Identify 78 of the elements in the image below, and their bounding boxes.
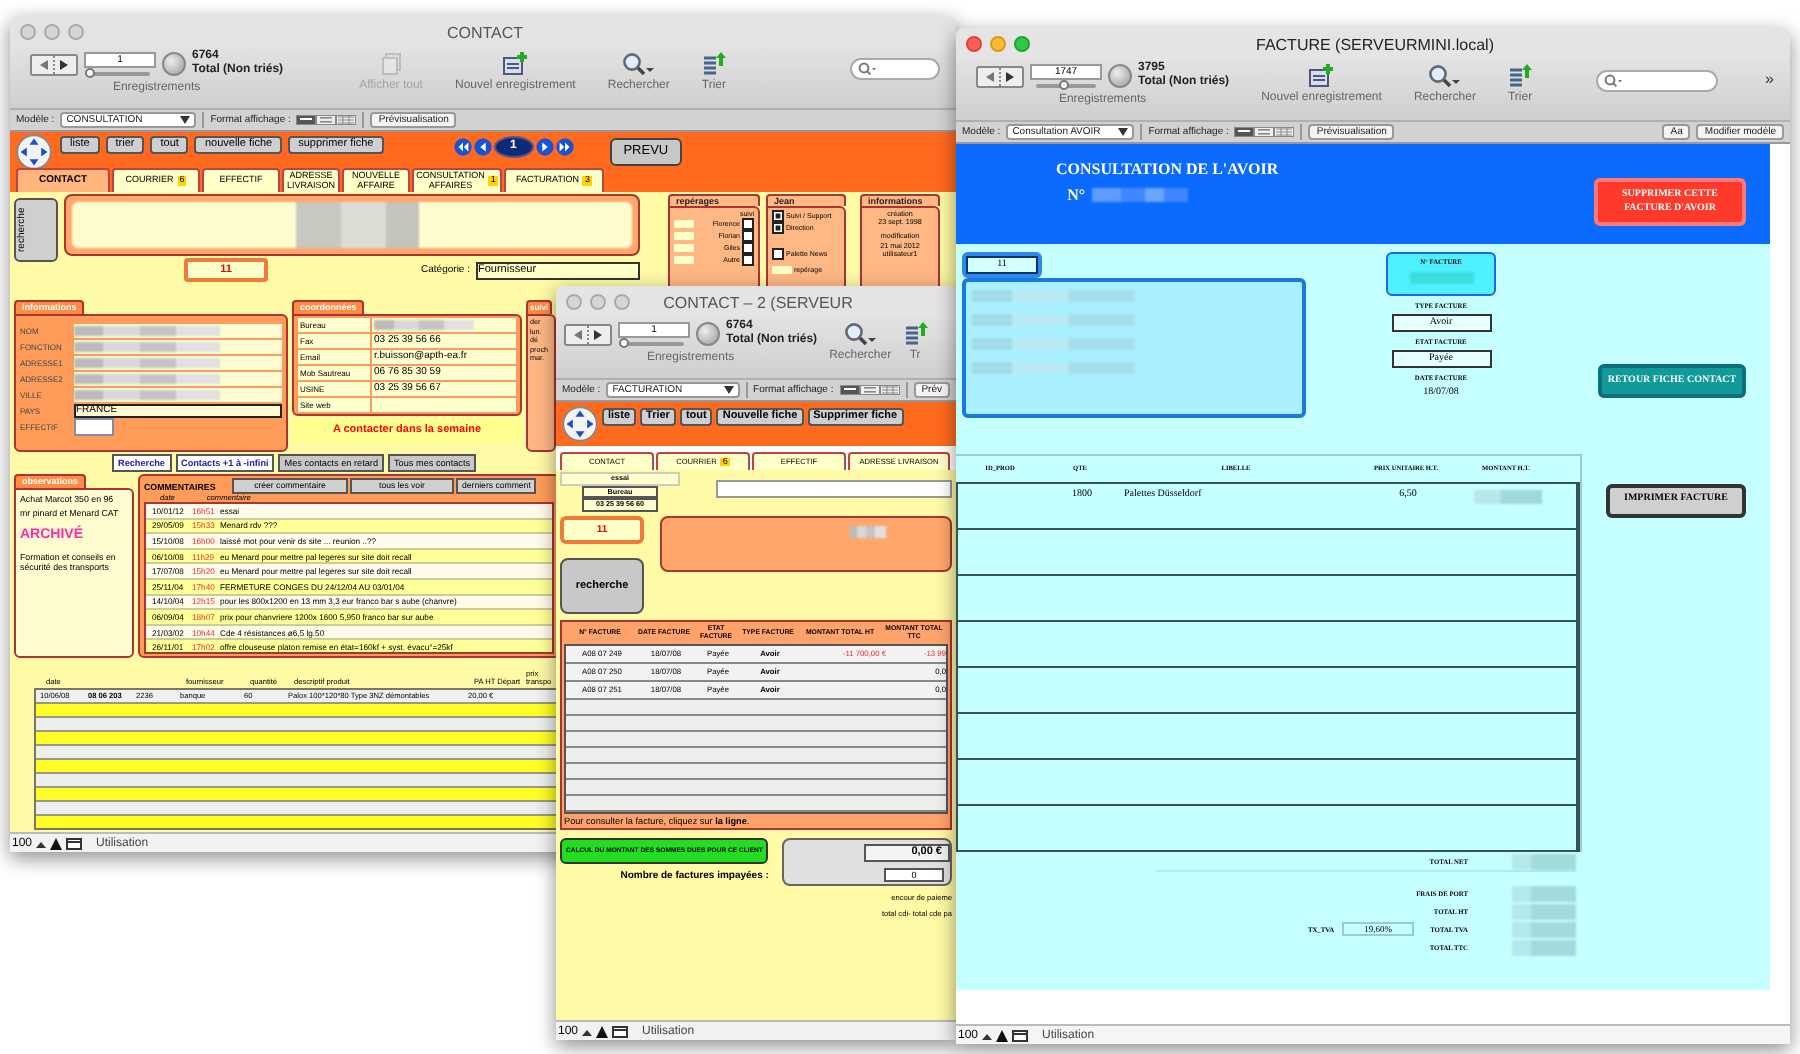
zoom-in-icon[interactable] — [596, 1025, 609, 1037]
checkbox[interactable] — [742, 218, 754, 230]
text-field[interactable] — [74, 388, 282, 402]
form-view-button[interactable] — [1234, 126, 1255, 138]
sort-icon — [701, 52, 726, 76]
new-record-icon — [502, 52, 529, 76]
magnifier-icon — [844, 322, 877, 346]
text-field[interactable] — [372, 318, 516, 332]
slider-thumb[interactable] — [85, 68, 95, 78]
text-field[interactable] — [372, 398, 516, 412]
table-view-button[interactable] — [1274, 126, 1295, 138]
checkbox[interactable] — [742, 230, 754, 242]
blurred-text — [1512, 853, 1576, 869]
record-book-icon[interactable] — [30, 53, 78, 75]
slider-thumb[interactable] — [619, 338, 629, 348]
text-field[interactable] — [74, 340, 282, 354]
magnifier-icon — [1428, 64, 1461, 88]
zoom-out-icon[interactable] — [582, 1026, 593, 1036]
status-toggle-icon[interactable] — [1012, 1029, 1029, 1041]
text-field[interactable] — [74, 356, 282, 370]
double-right-arrow-icon[interactable] — [555, 138, 574, 156]
form-view-button[interactable] — [839, 384, 860, 396]
number-label: N° — [1067, 186, 1086, 204]
text-field[interactable] — [74, 418, 114, 436]
checkbox[interactable] — [742, 254, 754, 266]
left-arrow-icon[interactable] — [473, 138, 492, 156]
pie-icon — [696, 322, 720, 346]
status-toggle-icon[interactable] — [66, 837, 83, 849]
four-arrows-icon[interactable] — [16, 134, 52, 170]
search-icon — [1604, 74, 1623, 88]
window-title: FACTURE (SERVEURMINI.local) — [1254, 35, 1496, 53]
caret-icon — [180, 116, 191, 124]
list-view-button[interactable] — [1254, 126, 1275, 138]
zoom-in-icon[interactable] — [996, 1029, 1009, 1041]
close-button[interactable] — [966, 36, 982, 52]
checkbox[interactable] — [772, 210, 784, 222]
new-record-icon — [1308, 64, 1335, 88]
sort-icon — [1508, 64, 1532, 88]
blurred-text — [1091, 188, 1188, 202]
checkbox[interactable] — [772, 222, 784, 234]
form-view-button[interactable] — [296, 114, 317, 126]
zoom-out-icon[interactable] — [982, 1030, 993, 1040]
magnifier-icon — [622, 52, 655, 76]
caret-icon — [723, 386, 734, 394]
window-title: CONTACT — [444, 23, 526, 41]
blurred-text — [374, 320, 474, 330]
table-view-button[interactable] — [336, 114, 357, 126]
text-field[interactable] — [74, 324, 282, 338]
text-field[interactable] — [74, 372, 282, 386]
pie-icon — [1108, 64, 1132, 88]
table-view-button[interactable] — [879, 384, 900, 396]
zoom-in-icon[interactable] — [50, 837, 63, 849]
input-field[interactable] — [716, 480, 952, 498]
overflow-button[interactable]: » — [1765, 70, 1774, 88]
caret-icon — [1118, 128, 1129, 136]
blurred-text — [850, 525, 886, 537]
search-icon — [858, 62, 876, 76]
stacked-pages-icon — [379, 52, 404, 76]
slider-thumb[interactable] — [1058, 80, 1069, 90]
list-view-button[interactable] — [316, 114, 337, 126]
sort-icon — [903, 322, 928, 346]
pie-icon — [162, 52, 186, 76]
four-arrows-icon[interactable] — [562, 406, 598, 442]
checkbox[interactable] — [772, 248, 784, 260]
checkbox[interactable] — [742, 242, 754, 254]
record-book-icon[interactable] — [564, 323, 612, 345]
record-book-icon[interactable] — [976, 65, 1024, 87]
zoom-button[interactable] — [1014, 36, 1030, 52]
status-toggle-icon[interactable] — [612, 1025, 629, 1037]
list-view-button[interactable] — [859, 384, 880, 396]
search-field[interactable] — [1596, 70, 1718, 92]
right-arrow-icon[interactable] — [535, 138, 554, 156]
search-field[interactable] — [850, 58, 940, 80]
page-title: CONSULTATION DE L'AVOIR — [1056, 160, 1279, 178]
window-title: CONTACT – 2 (SERVEUR — [661, 293, 855, 311]
double-left-arrow-icon[interactable] — [453, 138, 472, 156]
input-field[interactable] — [772, 266, 792, 274]
zoom-out-icon[interactable] — [36, 838, 47, 848]
